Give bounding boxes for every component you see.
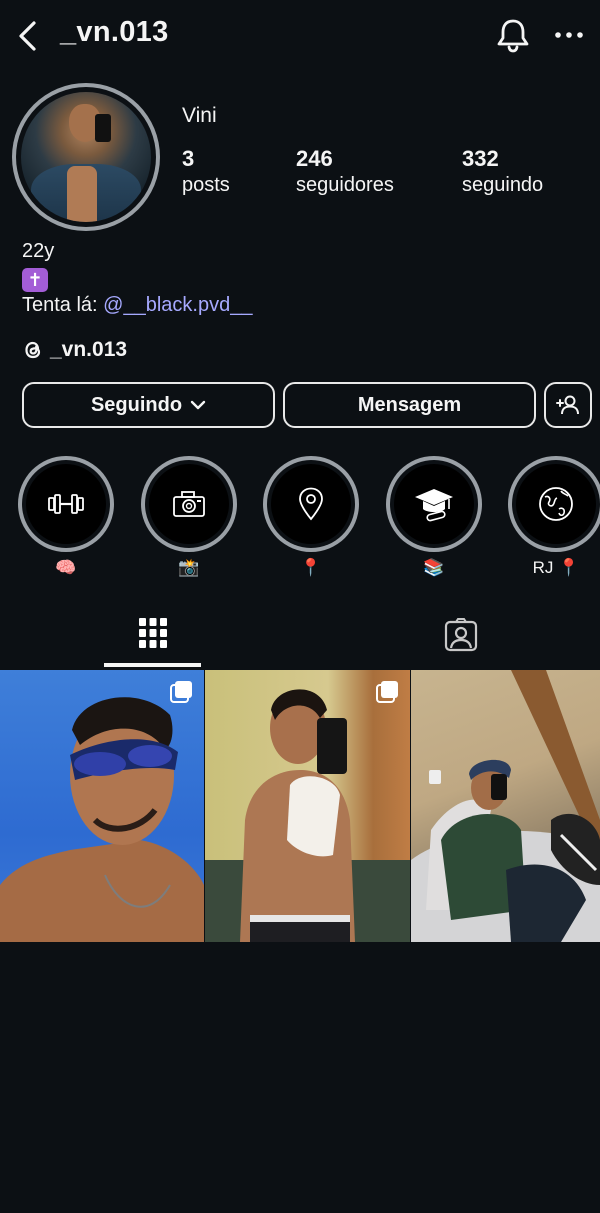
stat-posts[interactable]: 3 posts — [182, 146, 230, 197]
bio-mention-link[interactable]: @__black.pvd__ — [103, 294, 252, 316]
location-pin-icon — [299, 487, 323, 521]
stat-followers-label: seguidores — [296, 174, 394, 196]
globe-icon — [539, 487, 573, 521]
back-button[interactable] — [14, 18, 42, 54]
post-thumbnail[interactable] — [205, 670, 410, 942]
message-button[interactable]: Mensagem — [283, 382, 536, 428]
stat-posts-value: 3 — [182, 146, 195, 171]
profile-username: _vn.013 — [60, 16, 169, 48]
more-horizontal-icon — [555, 32, 583, 38]
post-thumbnail[interactable] — [0, 670, 204, 942]
bio-age: 22y — [22, 240, 55, 262]
chevron-down-icon — [190, 400, 206, 410]
avatar-photo — [21, 92, 151, 222]
stat-following-label: seguindo — [462, 174, 544, 196]
tagged-person-icon — [444, 618, 478, 652]
following-button[interactable]: Seguindo — [22, 382, 275, 428]
threads-icon — [25, 341, 41, 359]
person-add-icon — [556, 395, 579, 415]
highlight-label: 🧠 — [55, 558, 77, 577]
highlight-label: 📸 — [178, 558, 200, 577]
highlight-label: 📍 — [300, 558, 322, 577]
highlight-item[interactable]: 🧠 — [18, 456, 114, 578]
stat-following-value: 332 — [462, 146, 499, 171]
grid-icon — [138, 618, 167, 648]
highlight-item[interactable]: 📸 — [141, 456, 237, 578]
highlight-label: 📚 — [423, 558, 445, 577]
bio-line: Tenta lá: @__black.pvd__ — [22, 294, 252, 317]
stat-following[interactable]: 332 seguindo — [462, 146, 543, 197]
camera-icon — [173, 491, 205, 517]
tab-posts-grid[interactable] — [104, 604, 201, 666]
bio-emoji: ✝ — [22, 268, 48, 292]
message-label: Mensagem — [357, 393, 462, 416]
display-name: Vini — [182, 104, 217, 127]
carousel-icon — [170, 681, 192, 703]
graduation-cap-icon — [415, 489, 453, 522]
chevron-left-icon — [19, 21, 36, 51]
post-photo — [411, 670, 600, 942]
highlight-item[interactable]: 📚 — [386, 456, 482, 578]
stat-followers[interactable]: 246 seguidores — [296, 146, 394, 197]
carousel-icon — [376, 681, 398, 703]
following-label: Seguindo — [90, 393, 183, 416]
highlight-label: RJ 📍 — [532, 558, 580, 577]
tab-tagged[interactable] — [410, 604, 512, 666]
profile-avatar[interactable] — [12, 83, 160, 231]
bio-line-prefix: Tenta lá: — [22, 294, 104, 316]
notifications-button[interactable] — [494, 16, 532, 54]
stat-posts-label: posts — [182, 174, 230, 196]
stat-followers-value: 246 — [296, 146, 333, 171]
threads-link[interactable]: _vn.013 — [22, 338, 127, 362]
dumbbell-icon — [48, 494, 84, 514]
post-photo — [205, 689, 410, 942]
post-photo — [0, 697, 204, 942]
post-thumbnail[interactable] — [411, 670, 600, 942]
bell-icon — [497, 19, 529, 53]
highlight-item[interactable]: 📍 — [263, 456, 359, 578]
add-friend-button[interactable] — [544, 382, 592, 428]
more-options-button[interactable] — [552, 20, 586, 50]
active-tab-indicator — [104, 663, 201, 667]
highlight-item[interactable]: RJ 📍 — [508, 456, 600, 578]
threads-handle: _vn.013 — [50, 338, 128, 361]
